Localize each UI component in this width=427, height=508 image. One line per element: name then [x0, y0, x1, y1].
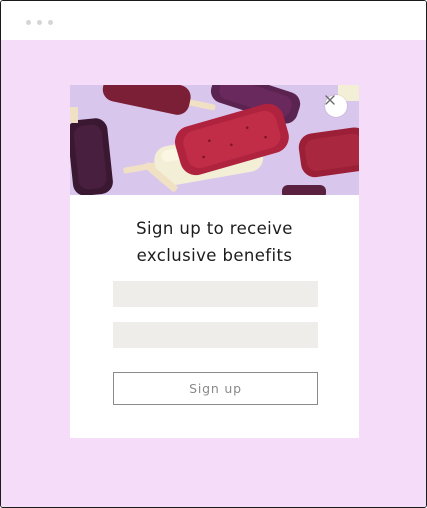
signup-field-2[interactable]: [113, 322, 318, 348]
signup-modal: Sign up to receive exclusive benefits Si…: [70, 85, 359, 438]
close-button[interactable]: [325, 95, 347, 117]
modal-heading: Sign up to receive exclusive benefits: [70, 215, 359, 269]
window-control-dot[interactable]: [48, 20, 53, 25]
signup-field-1[interactable]: [113, 281, 318, 307]
popsicles-illustration: [70, 85, 359, 195]
popsicles-image: [70, 85, 359, 195]
heading-line-2: exclusive benefits: [136, 246, 293, 265]
heading-line-1: Sign up to receive: [136, 219, 293, 238]
close-icon: [325, 95, 335, 105]
browser-window: Sign up to receive exclusive benefits Si…: [0, 0, 427, 508]
window-control-dot[interactable]: [26, 20, 31, 25]
page-background: Sign up to receive exclusive benefits Si…: [1, 40, 426, 507]
window-titlebar: [1, 1, 426, 40]
window-control-dot[interactable]: [37, 20, 42, 25]
sign-up-button[interactable]: Sign up: [113, 372, 318, 405]
